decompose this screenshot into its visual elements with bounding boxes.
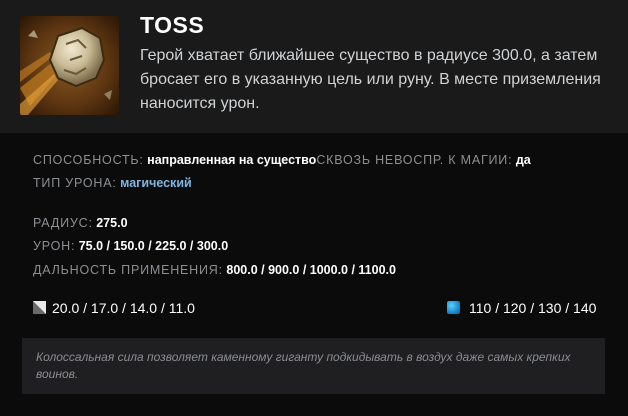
lore-text: Колоссальная сила позволяет каменному ги… — [36, 350, 571, 381]
ability-type-label: СПОСОБНОСТЬ: — [33, 153, 144, 167]
damage-label: УРОН: — [33, 239, 76, 253]
behavior-row: СПОСОБНОСТЬ: направленная на существоСКВ… — [33, 153, 531, 167]
spell-immunity-label: СКВОЗЬ НЕВОСПР. К МАГИИ: — [316, 153, 513, 167]
cast-range-value: 800.0 / 900.0 / 1000.0 / 1100.0 — [226, 263, 396, 277]
cooldown-row: 20.0 / 17.0 / 14.0 / 11.0 — [33, 300, 195, 316]
mana-cost-row: 110 / 120 / 130 / 140 — [447, 300, 596, 316]
damage-type-label: ТИП УРОНА: — [33, 176, 117, 190]
boulder-toss-icon — [20, 16, 119, 115]
mana-cost-value: 110 / 120 / 130 / 140 — [469, 300, 597, 316]
cooldown-value: 20.0 / 17.0 / 14.0 / 11.0 — [52, 300, 195, 316]
spell-immunity-value: да — [515, 153, 531, 167]
lore-box: Колоссальная сила позволяет каменному ги… — [22, 338, 605, 394]
tooltip-header: TOSS Герой хватает ближайшее существо в … — [0, 0, 628, 133]
ability-description: Герой хватает ближайшее существо в радиу… — [140, 47, 601, 112]
mana-icon — [447, 301, 460, 314]
radius-row: РАДИУС: 275.0 — [33, 216, 128, 230]
cooldown-icon — [33, 301, 46, 314]
damage-value: 75.0 / 150.0 / 225.0 / 300.0 — [78, 239, 229, 253]
cast-range-label: ДАЛЬНОСТЬ ПРИМЕНЕНИЯ: — [33, 263, 223, 277]
ability-title: TOSS — [140, 12, 205, 38]
ability-type-value: направленная на существо — [147, 153, 317, 167]
radius-value: 275.0 — [96, 216, 128, 230]
damage-type-value: магический — [120, 176, 192, 190]
tooltip-body: СПОСОБНОСТЬ: направленная на существоСКВ… — [0, 133, 628, 416]
cast-range-row: ДАЛЬНОСТЬ ПРИМЕНЕНИЯ: 800.0 / 900.0 / 10… — [33, 263, 396, 277]
radius-label: РАДИУС: — [33, 216, 93, 230]
damage-type-row: ТИП УРОНА: магический — [33, 176, 192, 190]
ability-tooltip: TOSS Герой хватает ближайшее существо в … — [0, 0, 628, 416]
damage-row: УРОН: 75.0 / 150.0 / 225.0 / 300.0 — [33, 239, 228, 253]
